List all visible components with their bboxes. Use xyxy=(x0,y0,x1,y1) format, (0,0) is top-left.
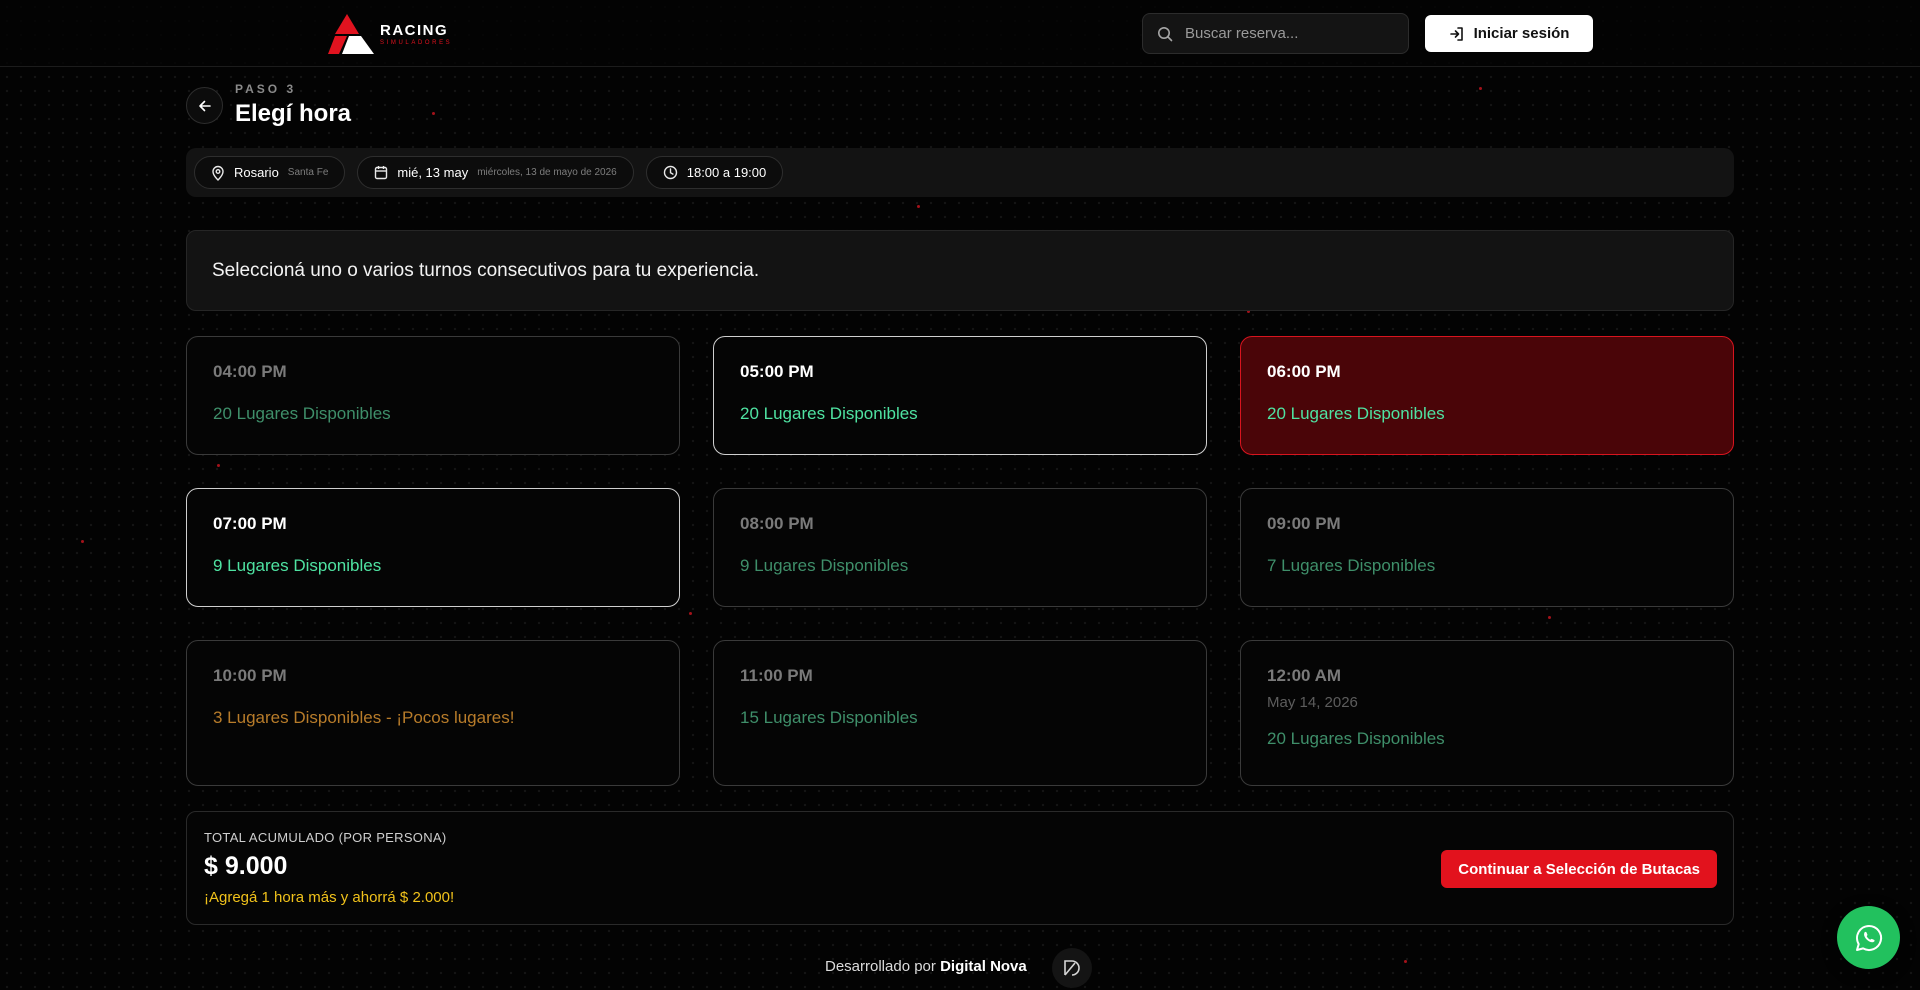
total-value: $ 9.000 xyxy=(204,852,288,880)
date-short: mié, 13 may xyxy=(397,165,469,180)
developer-credit: Desarrollado por Digital Nova xyxy=(825,958,1027,975)
login-icon xyxy=(1449,26,1463,41)
whatsapp-icon xyxy=(1855,924,1882,951)
slot-availability: 3 Lugares Disponibles - ¡Pocos lugares! xyxy=(213,708,515,727)
digital-nova-icon xyxy=(1064,960,1080,976)
decor-speck xyxy=(432,112,435,115)
slot-time: 07:00 PM xyxy=(213,514,287,533)
time-slot-08pm[interactable]: 08:00 PM 9 Lugares Disponibles xyxy=(713,488,1207,607)
decor-speck xyxy=(1479,87,1482,90)
continue-button[interactable]: Continuar a Selección de Butacas xyxy=(1441,850,1717,888)
slot-date: May 14, 2026 xyxy=(1267,694,1358,711)
booking-summary-bar: Rosario Santa Fe mié, 13 may miércoles, … xyxy=(186,148,1734,197)
map-pin-icon xyxy=(212,165,224,181)
login-button[interactable]: Iniciar sesión xyxy=(1425,15,1593,52)
back-button[interactable] xyxy=(186,87,223,124)
credit-company[interactable]: Digital Nova xyxy=(940,958,1027,975)
date-long: miércoles, 13 de mayo de 2026 xyxy=(477,167,617,178)
slot-availability: 9 Lugares Disponibles xyxy=(213,556,382,575)
whatsapp-button[interactable] xyxy=(1837,906,1900,969)
time-slot-05pm[interactable]: 05:00 PM 20 Lugares Disponibles xyxy=(713,336,1207,455)
time-range: 18:00 a 19:00 xyxy=(686,165,767,180)
slot-time: 11:00 PM xyxy=(740,666,813,685)
page-title: Elegí hora xyxy=(235,100,352,127)
time-chip[interactable]: 18:00 a 19:00 xyxy=(645,156,784,189)
search-box[interactable] xyxy=(1142,13,1409,54)
brand-logo[interactable]: RACING SIMULADORES xyxy=(328,14,452,54)
time-slot-10pm[interactable]: 10:00 PM 3 Lugares Disponibles - ¡Pocos … xyxy=(186,640,680,786)
slot-availability: 15 Lugares Disponibles xyxy=(740,708,918,727)
instructions-banner: Seleccioná uno o varios turnos consecuti… xyxy=(186,230,1734,311)
brand-name: RACING xyxy=(380,21,449,39)
slot-availability: 20 Lugares Disponibles xyxy=(740,404,918,423)
location-province: Santa Fe xyxy=(287,167,329,178)
slot-availability: 20 Lugares Disponibles xyxy=(1267,729,1445,748)
top-navbar: RACING SIMULADORES Iniciar sesión xyxy=(0,0,1920,67)
slot-time: 08:00 PM xyxy=(740,514,814,533)
slot-time: 09:00 PM xyxy=(1267,514,1341,533)
credit-prefix: Desarrollado por xyxy=(825,958,936,975)
brand-tagline: SIMULADORES xyxy=(380,39,453,46)
total-label: TOTAL ACUMULADO (POR PERSONA) xyxy=(204,830,447,845)
decor-speck xyxy=(1404,960,1407,963)
decor-speck xyxy=(917,205,920,208)
date-chip[interactable]: mié, 13 may miércoles, 13 de mayo de 202… xyxy=(357,156,634,189)
slot-time: 04:00 PM xyxy=(213,362,287,381)
slot-availability: 7 Lugares Disponibles xyxy=(1267,556,1436,575)
decor-speck xyxy=(81,540,84,543)
arrow-left-icon xyxy=(198,100,211,111)
total-summary-bar: TOTAL ACUMULADO (POR PERSONA) $ 9.000 ¡A… xyxy=(186,811,1734,925)
clock-icon xyxy=(663,165,677,180)
decor-speck xyxy=(1548,616,1551,619)
step-label: PASO 3 xyxy=(235,82,297,96)
time-slot-06pm[interactable]: 06:00 PM 20 Lugares Disponibles xyxy=(1240,336,1734,455)
promo-message: ¡Agregá 1 hora más y ahorrá $ 2.000! xyxy=(204,889,455,906)
calendar-icon xyxy=(375,166,388,180)
racing-logo-icon xyxy=(328,14,374,54)
slot-time: 12:00 AM xyxy=(1267,666,1342,685)
decor-speck xyxy=(689,612,692,615)
location-chip[interactable]: Rosario Santa Fe xyxy=(194,156,346,189)
slot-availability: 20 Lugares Disponibles xyxy=(213,404,391,423)
digital-nova-logo[interactable] xyxy=(1052,948,1092,988)
time-slot-11pm[interactable]: 11:00 PM 15 Lugares Disponibles xyxy=(713,640,1207,786)
slot-availability: 20 Lugares Disponibles xyxy=(1267,404,1445,423)
decor-speck xyxy=(217,464,220,467)
time-slot-09pm[interactable]: 09:00 PM 7 Lugares Disponibles xyxy=(1240,488,1734,607)
time-slot-04pm[interactable]: 04:00 PM 20 Lugares Disponibles xyxy=(186,336,680,455)
time-slot-12am[interactable]: 12:00 AM May 14, 2026 20 Lugares Disponi… xyxy=(1240,640,1734,786)
login-button-label: Iniciar sesión xyxy=(1473,25,1570,42)
location-name: Rosario xyxy=(234,165,279,180)
slot-time: 06:00 PM xyxy=(1267,362,1341,381)
slot-time: 10:00 PM xyxy=(213,666,287,685)
slot-time: 05:00 PM xyxy=(740,362,814,381)
search-input[interactable] xyxy=(1185,25,1395,42)
slot-availability: 9 Lugares Disponibles xyxy=(740,556,909,575)
time-slot-07pm[interactable]: 07:00 PM 9 Lugares Disponibles xyxy=(186,488,680,607)
search-icon xyxy=(1158,26,1173,41)
